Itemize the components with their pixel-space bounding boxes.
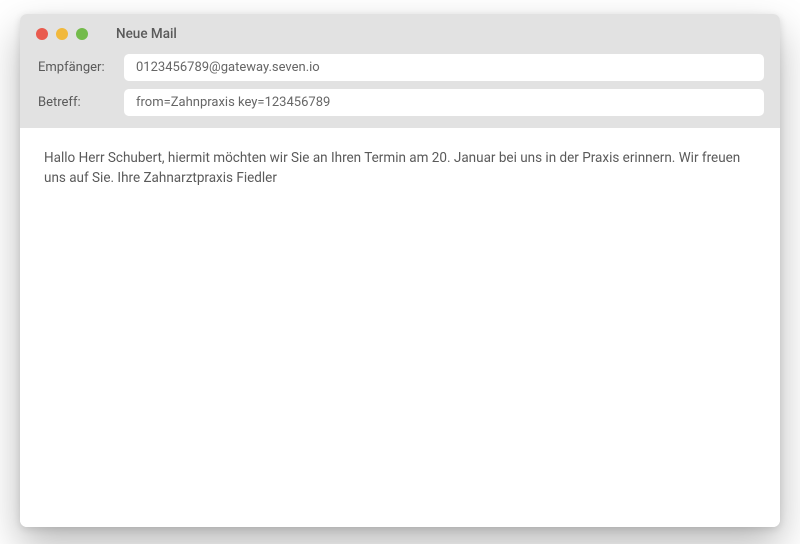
recipient-input[interactable] bbox=[124, 54, 764, 81]
window-title: Neue Mail bbox=[116, 26, 177, 42]
recipient-row: Empfänger: bbox=[36, 54, 764, 81]
subject-label: Betreff: bbox=[36, 95, 124, 110]
maximize-icon[interactable] bbox=[76, 28, 88, 40]
body-area: Hallo Herr Schubert, hiermit möchten wir… bbox=[20, 128, 780, 527]
body-text[interactable]: Hallo Herr Schubert, hiermit möchten wir… bbox=[44, 148, 756, 507]
traffic-lights bbox=[36, 28, 88, 40]
recipient-label: Empfänger: bbox=[36, 60, 124, 75]
subject-input[interactable] bbox=[124, 89, 764, 116]
minimize-icon[interactable] bbox=[56, 28, 68, 40]
titlebar-top: Neue Mail bbox=[36, 26, 764, 42]
titlebar: Neue Mail Empfänger: Betreff: bbox=[20, 14, 780, 128]
subject-row: Betreff: bbox=[36, 89, 764, 116]
mail-compose-window: Neue Mail Empfänger: Betreff: Hallo Herr… bbox=[20, 14, 780, 527]
close-icon[interactable] bbox=[36, 28, 48, 40]
